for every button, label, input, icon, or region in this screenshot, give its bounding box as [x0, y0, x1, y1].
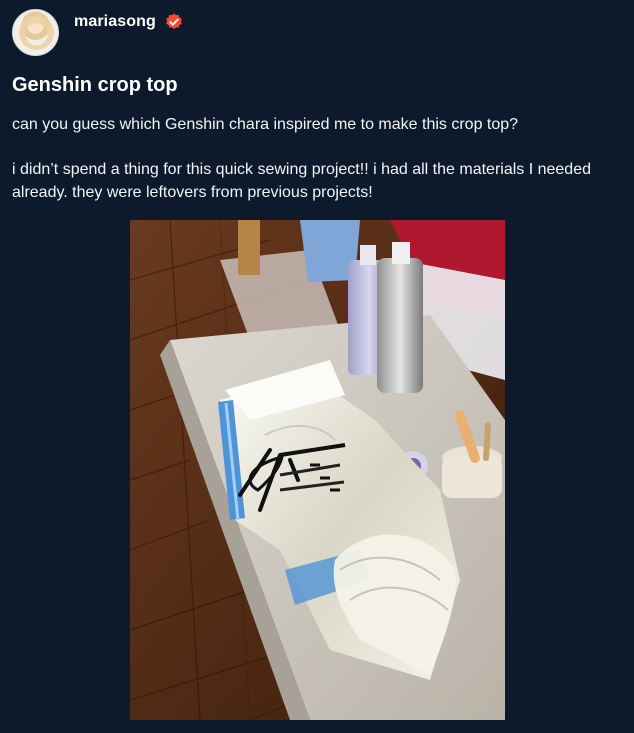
post-header: mariasong: [12, 9, 184, 56]
avatar-hair-shape: [19, 15, 54, 50]
photo-illustration: [130, 220, 505, 720]
avatar[interactable]: [12, 9, 59, 56]
post-paragraph-1: can you guess which Genshin chara inspir…: [12, 116, 519, 133]
post-title: Genshin crop top: [12, 74, 178, 96]
username[interactable]: mariasong: [74, 13, 156, 31]
username-row: mariasong: [74, 12, 184, 32]
verified-badge-icon: [165, 13, 182, 29]
post-photo[interactable]: [130, 220, 505, 720]
post-paragraph-2: i didn’t spend a thing for this quick se…: [12, 161, 591, 201]
